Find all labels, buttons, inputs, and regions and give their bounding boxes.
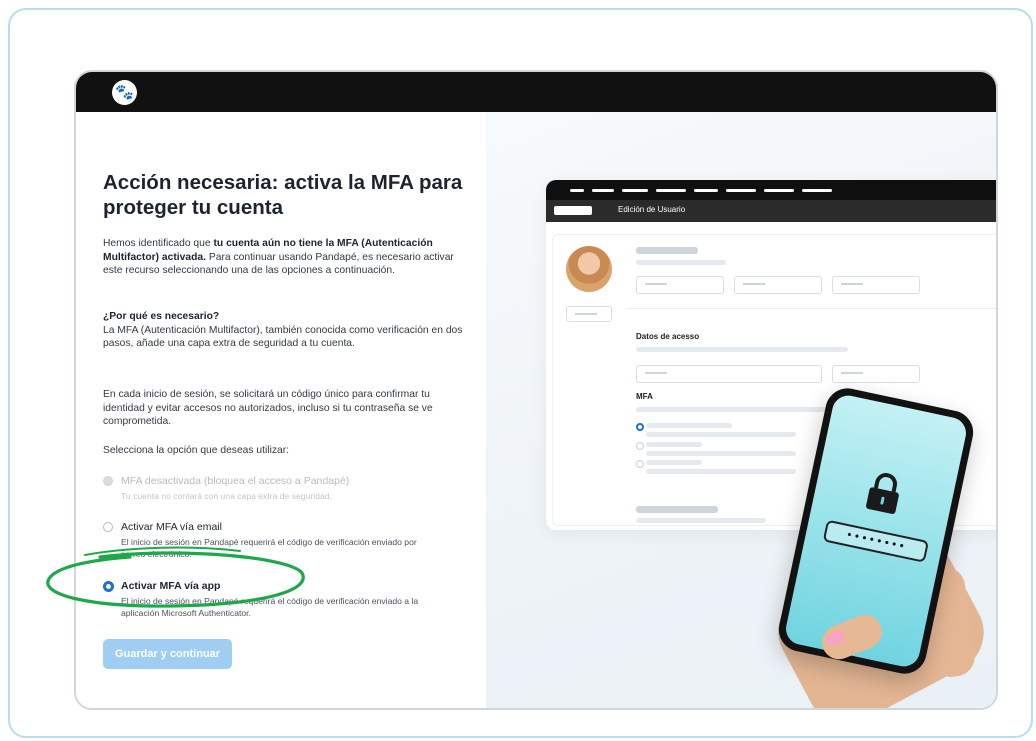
option-title: Activar MFA vía email xyxy=(121,521,222,533)
option-title: Activar MFA vía app xyxy=(121,580,221,592)
option-description: Tu cuenta no contará con una capa extra … xyxy=(121,491,332,501)
mockup-subheader: Edición de Usuario xyxy=(546,200,996,222)
intro-text-start: Hemos identificado que xyxy=(103,238,214,249)
option-description: El inicio de sesión en Pandapé requerirá… xyxy=(121,537,417,559)
intro-paragraph: Hemos identificado que tu cuenta aún no … xyxy=(103,237,463,278)
why-section: ¿Por qué es necesario? La MFA (Autenticac… xyxy=(103,310,463,351)
password-field-illustration: •••••••• xyxy=(822,519,930,563)
option-description: El inicio de sesión en Pandapé requerirá… xyxy=(121,596,419,618)
mfa-form-panel: Acción necesaria: activa la MFA para pro… xyxy=(76,112,486,708)
mockup-top-bar xyxy=(546,180,996,200)
access-data-label: Datos de acesso xyxy=(636,332,700,341)
option-title: MFA desactivada (bloquea el acceso a Pan… xyxy=(121,475,350,487)
select-prompt: Selecciona la opción que deseas utilizar… xyxy=(103,445,290,456)
mockup-subheader-label: Edición de Usuario xyxy=(618,205,686,214)
page-title: Acción necesaria: activa la MFA para pro… xyxy=(103,171,463,219)
radio-mfa-disabled[interactable] xyxy=(103,476,113,486)
save-continue-button[interactable]: Guardar y continuar xyxy=(103,639,232,669)
outer-frame: 🐾 Acción necesaria: activa la MFA para p… xyxy=(8,8,1033,738)
paw-icon[interactable]: 🐾 xyxy=(112,80,137,105)
top-bar: 🐾 xyxy=(76,72,996,112)
illustration-panel: Edición de Usuario Datos de acesso MFA •… xyxy=(486,112,996,708)
radio-mfa-email[interactable] xyxy=(103,522,113,532)
why-heading: ¿Por qué es necesario? xyxy=(103,311,220,322)
mfa-label: MFA xyxy=(636,392,653,401)
radio-mfa-app[interactable] xyxy=(103,581,114,592)
mfa-window: 🐾 Acción necesaria: activa la MFA para p… xyxy=(74,70,998,710)
avatar xyxy=(566,246,612,292)
why-text: La MFA (Autenticación Multifactor), tamb… xyxy=(103,324,463,350)
lock-icon xyxy=(866,473,899,514)
login-explanation: En cada inicio de sesión, se solicitará … xyxy=(103,389,433,427)
